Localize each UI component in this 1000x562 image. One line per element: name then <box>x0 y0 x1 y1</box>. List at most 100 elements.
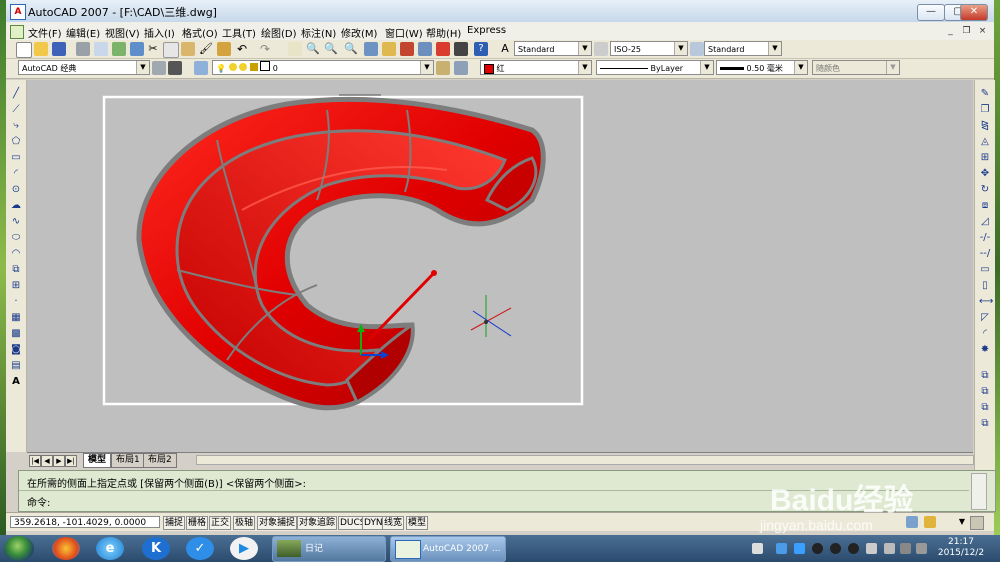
draw-order-front-icon[interactable]: ⧉ <box>979 370 991 382</box>
drawing-area[interactable] <box>27 80 973 452</box>
menu-help[interactable]: 帮助(H) <box>426 25 461 40</box>
markup-icon[interactable] <box>436 42 450 56</box>
tab-layout2[interactable]: 布局2 <box>143 453 177 468</box>
gradient-icon[interactable]: ▩ <box>10 328 22 340</box>
title-bar[interactable]: A AutoCAD 2007 - [F:\CAD\三维.dwg] — ▢ <box>6 0 994 23</box>
circle-icon[interactable]: ⊙ <box>10 184 22 196</box>
break-icon[interactable]: ▯ <box>979 280 991 292</box>
scale-icon[interactable]: ⧈ <box>979 200 991 212</box>
document-icon[interactable] <box>10 25 24 39</box>
spline-icon[interactable]: ∿ <box>10 216 22 228</box>
workspace-select[interactable]: AutoCAD 经典 ▼ <box>18 60 150 75</box>
close-button[interactable]: ✕ <box>960 4 988 21</box>
tray-shield-icon[interactable] <box>776 543 787 554</box>
revision-cloud-icon[interactable]: ☁ <box>10 200 22 212</box>
tool-palettes-icon[interactable] <box>400 42 414 56</box>
make-object-layer-current-icon[interactable] <box>436 61 450 75</box>
calculator-icon[interactable] <box>454 42 468 56</box>
copy-icon[interactable] <box>163 42 179 58</box>
rotate-icon[interactable]: ↻ <box>979 184 991 196</box>
first-tab-button[interactable]: |◀ <box>29 455 41 467</box>
menu-draw[interactable]: 绘图(D) <box>261 25 297 40</box>
polygon-icon[interactable]: ⬠ <box>10 136 22 148</box>
menu-edit[interactable]: 编辑(E) <box>66 25 100 40</box>
dim-style-select[interactable]: ISO-25 ▼ <box>610 41 688 56</box>
command-prompt[interactable]: 命令: <box>27 494 50 509</box>
menu-dimension[interactable]: 标注(N) <box>301 25 336 40</box>
tray-qq-icon[interactable] <box>812 543 823 554</box>
tab-layout1[interactable]: 布局1 <box>111 453 145 468</box>
extend-icon[interactable]: --/ <box>979 248 991 260</box>
plot-icon[interactable] <box>76 42 90 56</box>
properties-icon[interactable] <box>364 42 378 56</box>
workspace-save-icon[interactable] <box>168 61 182 75</box>
tray-volume-icon[interactable] <box>900 543 911 554</box>
copy-object-icon[interactable]: ❐ <box>979 104 991 116</box>
ortho-toggle[interactable]: 正交 <box>209 516 232 530</box>
pan-icon[interactable] <box>288 42 302 56</box>
paste-icon[interactable] <box>181 42 195 56</box>
start-button[interactable] <box>4 536 34 561</box>
ellipse-arc-icon[interactable]: ◠ <box>10 248 22 260</box>
coordinate-display[interactable]: 359.2618, -101.4029, 0.0000 <box>10 516 160 528</box>
line-icon[interactable]: ╱ <box>10 88 22 100</box>
polar-toggle[interactable]: 极轴 <box>233 516 256 530</box>
menu-express[interactable]: Express <box>467 25 506 36</box>
tab-model[interactable]: 模型 <box>83 453 112 468</box>
task-diary[interactable]: 日记 <box>272 536 386 562</box>
multiline-text-icon[interactable]: A <box>10 376 22 388</box>
publish-icon[interactable] <box>112 42 126 56</box>
hatch-icon[interactable]: ▦ <box>10 312 22 324</box>
zoom-window-icon[interactable]: 🔍 <box>324 42 338 56</box>
stretch-icon[interactable]: ◿ <box>979 216 991 228</box>
linetype-select[interactable]: ByLayer ▼ <box>596 60 714 75</box>
last-tab-button[interactable]: ▶| <box>65 455 77 467</box>
undo-icon[interactable]: ↶ <box>235 42 249 56</box>
zoom-realtime-icon[interactable]: 🔍 <box>306 42 320 56</box>
offset-icon[interactable]: ◬ <box>979 136 991 148</box>
task-autocad[interactable]: AutoCAD 2007 ... <box>390 536 506 562</box>
explode-icon[interactable]: ✸ <box>979 344 991 356</box>
layer-select[interactable]: 💡 0 ▼ <box>212 60 434 75</box>
menu-modify[interactable]: 修改(M) <box>341 25 377 40</box>
app-360-icon[interactable] <box>52 537 80 560</box>
browser-icon[interactable]: e <box>96 537 124 560</box>
tray-network-icon[interactable] <box>884 543 895 554</box>
autocad-app-icon[interactable]: A <box>10 4 26 20</box>
menu-file[interactable]: 文件(F) <box>28 25 62 40</box>
next-tab-button[interactable]: ▶ <box>53 455 65 467</box>
mirror-icon[interactable]: ⧎ <box>979 120 991 132</box>
redo-icon[interactable]: ↷ <box>258 42 272 56</box>
send-under-icon[interactable]: ⧉ <box>979 418 991 430</box>
cut-icon[interactable]: ✂ <box>146 42 160 56</box>
tray-flag-icon[interactable] <box>752 543 763 554</box>
tray-keyboard-icon[interactable] <box>866 543 877 554</box>
polyline-icon[interactable]: ⤷ <box>10 120 22 132</box>
snap-toggle[interactable]: 捕捉 <box>163 516 186 530</box>
table-icon[interactable]: ▤ <box>10 360 22 372</box>
new-file-icon[interactable] <box>16 42 32 58</box>
plot-style-select[interactable]: 随颜色 ▼ <box>812 60 900 75</box>
workspace-settings-icon[interactable] <box>152 61 166 75</box>
color-select[interactable]: 红 ▼ <box>480 60 592 75</box>
security-shield-icon[interactable]: ✓ <box>186 537 214 560</box>
previous-tab-button[interactable]: ◀ <box>41 455 53 467</box>
menu-tools[interactable]: 工具(T) <box>222 25 256 40</box>
menu-window[interactable]: 窗口(W) <box>385 25 423 40</box>
point-icon[interactable]: · <box>10 296 22 308</box>
insert-block-icon[interactable]: ⧉ <box>10 264 22 276</box>
zoom-previous-icon[interactable]: 🔍 <box>344 42 358 56</box>
3d-dwf-icon[interactable] <box>130 42 144 56</box>
lineweight-select[interactable]: 0.50 毫米 ▼ <box>716 60 808 75</box>
mdi-close-button[interactable]: × <box>976 25 989 37</box>
grid-toggle[interactable]: 栅格 <box>186 516 209 530</box>
construction-line-icon[interactable]: ⟋ <box>10 104 22 116</box>
layer-previous-icon[interactable] <box>454 61 468 75</box>
trim-icon[interactable]: -/- <box>979 232 991 244</box>
minimize-button[interactable]: — <box>917 4 945 21</box>
fillet-icon[interactable]: ◜ <box>979 328 991 340</box>
text-style-select[interactable]: Standard ▼ <box>514 41 592 56</box>
draw-order-back-icon[interactable]: ⧉ <box>979 386 991 398</box>
model-toggle[interactable]: 模型 <box>406 516 429 530</box>
command-scrollbar[interactable] <box>971 473 987 510</box>
